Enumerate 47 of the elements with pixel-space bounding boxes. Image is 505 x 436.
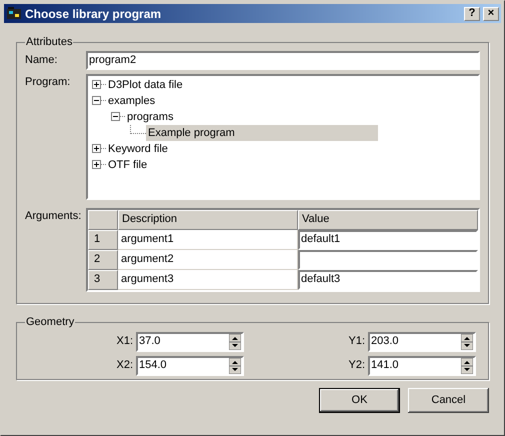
- field-label: X2:: [115, 358, 133, 374]
- field-label: Program:: [25, 74, 72, 90]
- spin-field[interactable]: 203.0: [368, 332, 476, 352]
- field-label: Name:: [25, 52, 58, 68]
- table-cell: argument2: [118, 250, 298, 270]
- field-label: Y1:: [347, 334, 365, 350]
- default-button[interactable]: OK: [319, 388, 400, 413]
- name-field[interactable]: program2: [86, 50, 480, 70]
- expand-icon[interactable]: [92, 144, 101, 153]
- expand-icon[interactable]: [92, 160, 101, 169]
- field-label: Arguments:: [25, 208, 82, 224]
- spin-field[interactable]: 154.0: [136, 356, 244, 376]
- tree-item[interactable]: D3Plot data file: [106, 76, 185, 92]
- spin-arrows-icon[interactable]: [229, 358, 241, 374]
- spin-field[interactable]: 141.0: [368, 356, 476, 376]
- table-cell: argument3: [118, 270, 298, 290]
- window-title: Choose library program: [25, 6, 162, 22]
- table-cell: argument1: [118, 230, 298, 250]
- row-header: 2: [88, 250, 118, 270]
- tree-item[interactable]: Keyword file: [106, 140, 170, 156]
- group-title: Geometry: [25, 315, 76, 330]
- row-header: 3: [88, 270, 118, 290]
- spin-arrows-icon[interactable]: [461, 334, 473, 350]
- collapse-icon[interactable]: [111, 112, 120, 121]
- app-icon: [6, 6, 22, 22]
- tree-item[interactable]: Example program: [146, 124, 378, 140]
- tree-item[interactable]: examples: [106, 92, 158, 108]
- spin-arrows-icon[interactable]: [461, 358, 473, 374]
- column-header[interactable]: Value: [298, 210, 478, 230]
- dialog-button[interactable]: Cancel: [408, 388, 489, 413]
- collapse-icon[interactable]: [92, 96, 101, 105]
- field-label: Y2:: [347, 358, 365, 374]
- row-header: 1: [88, 230, 118, 250]
- spin-arrows-icon[interactable]: [229, 334, 241, 350]
- field-label: X1:: [115, 334, 133, 350]
- help-button[interactable]: ?: [464, 6, 480, 20]
- program-tree[interactable]: D3Plot data file examples programs Example program Keyword file OTF file: [86, 74, 480, 200]
- value-cell[interactable]: default1: [298, 230, 478, 250]
- value-cell[interactable]: [298, 250, 478, 270]
- tree-item[interactable]: programs: [125, 108, 176, 124]
- expand-icon[interactable]: [92, 80, 101, 89]
- tree-item[interactable]: OTF file: [106, 156, 150, 172]
- value-cell[interactable]: default3: [298, 270, 478, 290]
- group-title: Attributes: [25, 35, 74, 50]
- close-button[interactable]: ×: [483, 6, 499, 20]
- spin-field[interactable]: 37.0: [136, 332, 244, 352]
- column-header[interactable]: Description: [118, 210, 298, 230]
